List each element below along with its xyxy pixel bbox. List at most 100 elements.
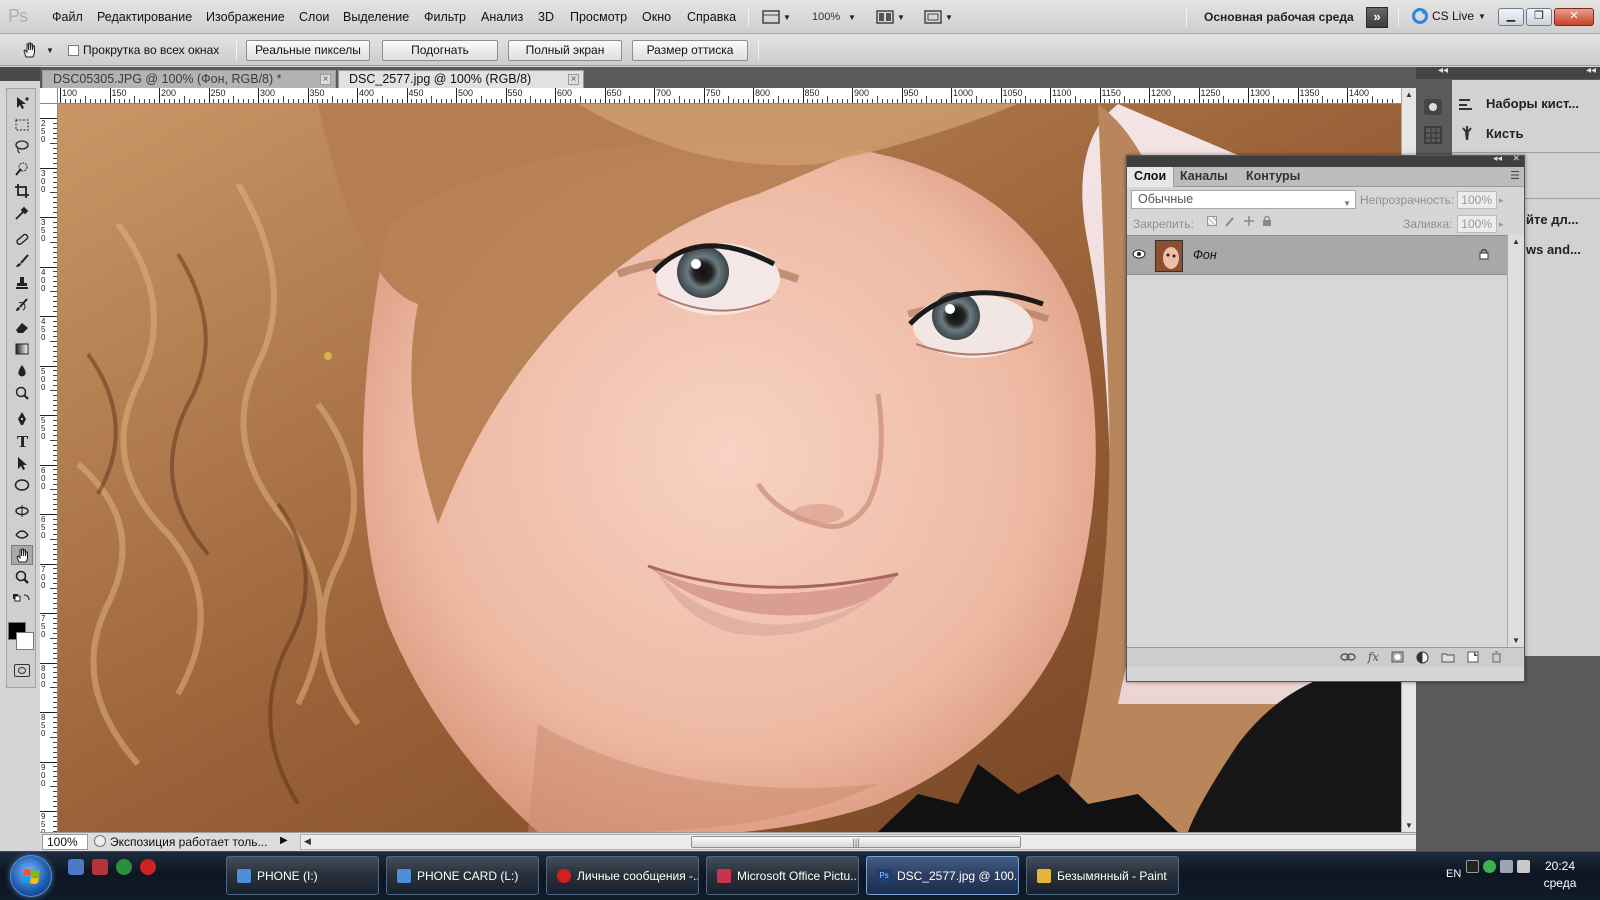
zoom-tool-icon[interactable] (11, 567, 33, 587)
menu-file[interactable]: Файл (52, 10, 83, 24)
menu-filter[interactable]: Фильтр (424, 10, 466, 24)
lock-pixels-icon[interactable] (1224, 215, 1236, 227)
lock-position-icon[interactable] (1243, 215, 1255, 227)
history-brush-tool-icon[interactable] (11, 295, 33, 315)
pen-tool-icon[interactable] (11, 409, 33, 429)
3d-rotate-tool-icon[interactable] (11, 501, 33, 521)
fill-field[interactable]: 100% (1457, 215, 1497, 233)
dock-item-brush-presets[interactable]: Наборы кист... (1458, 96, 1579, 111)
menu-select[interactable]: Выделение (343, 10, 409, 24)
canvas-horizontal-scrollbar[interactable]: ◀ ||| ▶ (300, 834, 1440, 850)
marquee-tool-icon[interactable] (11, 115, 33, 135)
zoom-dropdown-icon[interactable]: ▼ (848, 8, 856, 26)
gradient-tool-icon[interactable] (11, 339, 33, 359)
taskbar-item-office-picture[interactable]: Microsoft Office Pictu... (706, 856, 859, 895)
crop-tool-icon[interactable] (11, 181, 33, 201)
workspace-switcher-button[interactable]: » (1366, 7, 1388, 28)
horizontal-ruler[interactable]: 100 150 200 250 300 350 400 450 500 550 600 650 700 7… (58, 88, 1401, 104)
device-tray-icon[interactable] (1500, 860, 1513, 873)
lock-all-icon[interactable] (1262, 215, 1272, 227)
blur-tool-icon[interactable] (11, 361, 33, 381)
adjustment-layer-icon[interactable] (1416, 651, 1429, 664)
link-layers-icon[interactable] (1340, 652, 1356, 662)
dock-header[interactable]: ◂◂ ◂◂ (1416, 65, 1600, 79)
eraser-tool-icon[interactable] (11, 317, 33, 337)
layers-scrollbar[interactable]: ▲ ▼ (1507, 235, 1524, 647)
screen-mode-icon[interactable]: ▼ (924, 8, 953, 26)
opacity-field[interactable]: 100% (1457, 191, 1497, 209)
swap-colors-icon[interactable] (11, 591, 33, 605)
close-window-button[interactable]: ✕ (1554, 8, 1594, 26)
dodge-tool-icon[interactable] (11, 383, 33, 403)
start-button[interactable] (10, 855, 52, 897)
hand-tool-icon[interactable] (11, 545, 33, 565)
new-group-icon[interactable] (1441, 652, 1455, 663)
brush-presets-panel-icon[interactable] (1422, 96, 1444, 118)
move-tool-icon[interactable] (11, 93, 33, 113)
tab-dsc-2577[interactable]: DSC_2577.jpg @ 100% (RGB/8) × (338, 70, 584, 88)
toolbox-header[interactable] (0, 67, 40, 81)
type-tool-icon[interactable]: T (11, 431, 33, 451)
fill-screen-button[interactable]: Полный экран (508, 40, 622, 61)
opacity-slider-arrow-icon[interactable]: ▸ (1499, 191, 1509, 209)
taskbar-item-phone[interactable]: PHONE (I:) (226, 856, 379, 895)
lock-transparency-icon[interactable] (1207, 216, 1217, 226)
ellipse-tool-icon[interactable] (11, 475, 33, 495)
workspace-label[interactable]: Основная рабочая среда (1204, 10, 1354, 24)
opera-icon[interactable] (140, 859, 156, 875)
scroll-all-windows-option[interactable]: Прокрутка во всех окнах (68, 43, 219, 57)
media-tray-icon[interactable] (1466, 860, 1479, 873)
quick-launch-app-icon[interactable] (92, 859, 108, 875)
menu-3d[interactable]: 3D (538, 10, 554, 24)
taskbar-item-photoshop[interactable]: Ps DSC_2577.jpg @ 100... (866, 856, 1019, 895)
swatches-panel-icon[interactable] (1422, 124, 1444, 146)
bridge-launch-icon[interactable]: ▼ (762, 8, 791, 26)
tab-dsc05305[interactable]: DSC05305.JPG @ 100% (Фон, RGB/8) * × (42, 70, 336, 88)
path-selection-tool-icon[interactable] (11, 453, 33, 473)
status-zoom-field[interactable]: 100% (42, 834, 88, 850)
delete-layer-icon[interactable] (1491, 651, 1502, 663)
vertical-ruler[interactable]: 2 5 0 3 0 0 3 5 0 4 0 0 4 5 0 5 0 0 5 5 0 6 0 0… (40, 104, 58, 832)
fill-slider-arrow-icon[interactable]: ▸ (1499, 215, 1509, 233)
layer-name[interactable]: Фон (1193, 248, 1217, 262)
clock[interactable]: 20:24 среда (1530, 858, 1590, 892)
taskbar-item-phone-card[interactable]: PHONE CARD (L:) (386, 856, 539, 895)
tab-channels[interactable]: Каналы (1173, 167, 1235, 187)
restore-button[interactable]: ❐ (1526, 8, 1552, 26)
language-indicator[interactable]: EN (1446, 868, 1461, 880)
background-color-swatch[interactable] (16, 632, 34, 650)
ruler-origin[interactable] (40, 88, 58, 104)
tool-preset-picker[interactable]: ▼ (20, 40, 54, 60)
brush-tool-icon[interactable] (11, 251, 33, 271)
menu-layer[interactable]: Слои (299, 10, 329, 24)
layer-style-icon[interactable]: fx (1368, 650, 1379, 664)
eye-visibility-icon[interactable] (1132, 248, 1146, 260)
menu-view[interactable]: Просмотр (570, 10, 627, 24)
tab-layers[interactable]: Слои (1127, 167, 1175, 187)
print-size-button[interactable]: Размер оттиска (632, 40, 748, 61)
layers-close-icon[interactable]: ✕ (1512, 153, 1520, 164)
taskbar-item-opera[interactable]: Личные сообщения -... (546, 856, 699, 895)
arrange-documents-icon[interactable]: ▼ (876, 8, 905, 26)
tab-paths[interactable]: Контуры (1239, 167, 1307, 187)
status-menu-arrow-icon[interactable]: ▶ (280, 835, 288, 846)
dock-item-brush[interactable]: Кисть (1458, 125, 1524, 141)
panel-menu-icon[interactable]: ☰ (1510, 169, 1520, 182)
healing-brush-tool-icon[interactable] (11, 229, 33, 249)
scroll-all-windows-checkbox[interactable] (68, 44, 79, 56)
eyedropper-tool-icon[interactable] (11, 203, 33, 223)
fit-screen-button[interactable]: Подогнать (382, 40, 498, 61)
quick-selection-tool-icon[interactable] (11, 159, 33, 179)
minimize-button[interactable]: ▁ (1498, 8, 1524, 26)
menu-analysis[interactable]: Анализ (481, 10, 523, 24)
layer-row[interactable]: Фон (1127, 235, 1507, 275)
tab-close-icon[interactable]: × (568, 74, 579, 85)
actual-pixels-button[interactable]: Реальные пикселы (246, 40, 370, 61)
blend-mode-select[interactable]: Обычные ▼ (1131, 190, 1356, 209)
lasso-tool-icon[interactable] (11, 137, 33, 157)
quick-mask-icon[interactable] (14, 664, 30, 677)
clone-stamp-tool-icon[interactable] (11, 273, 33, 293)
menu-edit[interactable]: Редактирование (97, 10, 192, 24)
horizontal-scroll-thumb[interactable]: ||| (691, 836, 1021, 848)
3d-orbit-tool-icon[interactable] (11, 523, 33, 543)
